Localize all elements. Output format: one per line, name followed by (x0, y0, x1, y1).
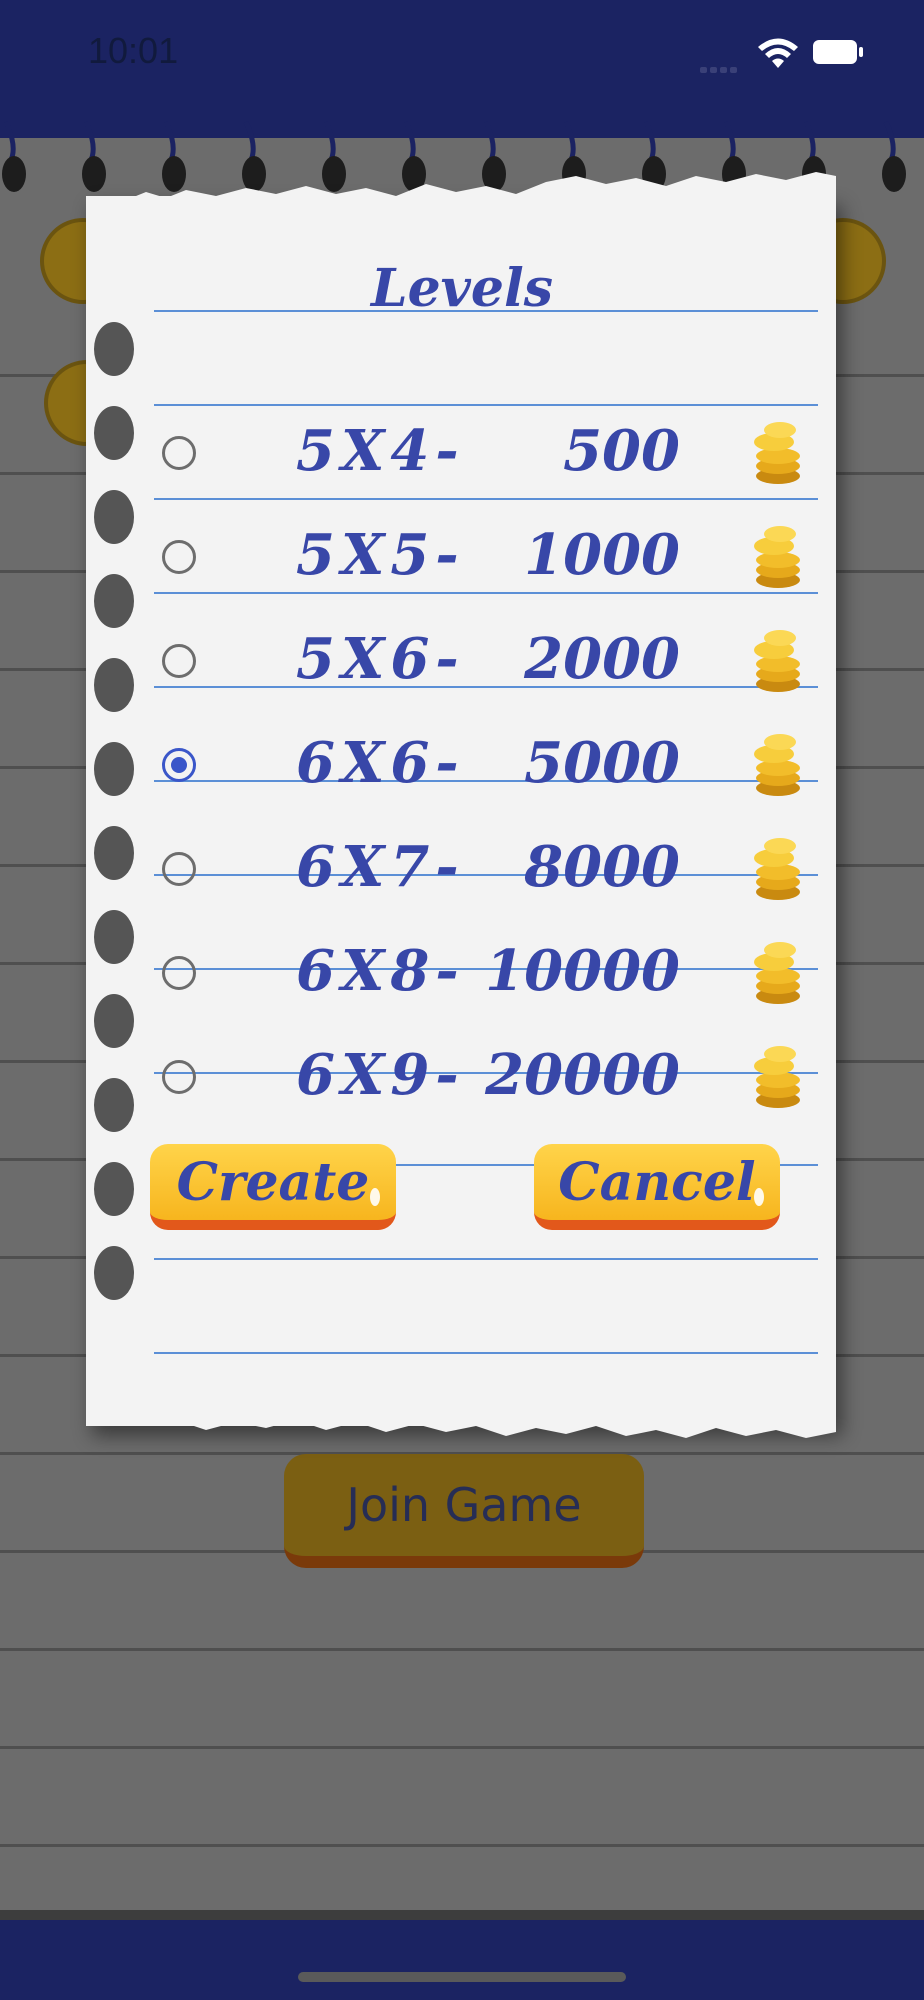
join-game-button[interactable]: Join Game (284, 1454, 644, 1568)
coin-stack-icon (754, 526, 800, 588)
level-radio[interactable] (162, 436, 196, 470)
level-price: 1000 (524, 522, 680, 588)
level-radio[interactable] (162, 1060, 196, 1094)
level-price: 20000 (485, 1042, 680, 1108)
create-button[interactable]: Create (150, 1144, 396, 1230)
cancel-button[interactable]: Cancel (534, 1144, 780, 1230)
battery-icon (813, 40, 863, 64)
wifi-icon (758, 38, 798, 68)
button-shine (754, 1188, 764, 1206)
bottom-bar (0, 1920, 924, 2000)
create-label: Create (176, 1151, 370, 1213)
level-option[interactable]: 5X6- 2000 (150, 612, 830, 712)
level-option[interactable]: 5X5- 1000 (150, 508, 830, 608)
binder-holes (86, 300, 146, 1400)
ruled-line (154, 1352, 818, 1354)
coin-stack-icon (754, 1046, 800, 1108)
level-option[interactable]: 6X7- 8000 (150, 820, 830, 920)
level-radio[interactable] (162, 644, 196, 678)
torn-edge-top (86, 172, 836, 210)
dialog-title: Levels (371, 258, 553, 319)
status-time: 10:01 (88, 30, 179, 71)
bottom-strip (0, 1910, 924, 1920)
coin-stack-icon (754, 838, 800, 900)
level-price: 2000 (524, 626, 680, 692)
button-shine (370, 1188, 380, 1206)
level-price: 500 (563, 418, 680, 484)
level-option[interactable]: 6X6- 5000 (150, 716, 830, 816)
level-option[interactable]: 6X9- 20000 (150, 1028, 830, 1128)
level-option[interactable]: 5X4- 500 (150, 404, 830, 504)
coin-stack-icon (754, 734, 800, 796)
level-price: 10000 (485, 938, 680, 1004)
level-radio[interactable] (162, 852, 196, 886)
coin-stack-icon (754, 942, 800, 1004)
level-radio[interactable] (162, 956, 196, 990)
join-game-label: Join Game (346, 1478, 582, 1532)
level-radio-selected[interactable] (162, 748, 196, 782)
coin-stack-icon (754, 630, 800, 692)
level-price: 8000 (524, 834, 680, 900)
level-option[interactable]: 6X8- 10000 (150, 924, 830, 1024)
home-indicator (298, 1972, 626, 1982)
torn-edge-bottom (86, 1408, 836, 1438)
ruled-line (154, 1258, 818, 1260)
signal-icon (700, 58, 744, 73)
level-radio[interactable] (162, 540, 196, 574)
cancel-label: Cancel (558, 1151, 756, 1213)
level-price: 5000 (524, 730, 680, 796)
coin-stack-icon (754, 422, 800, 484)
